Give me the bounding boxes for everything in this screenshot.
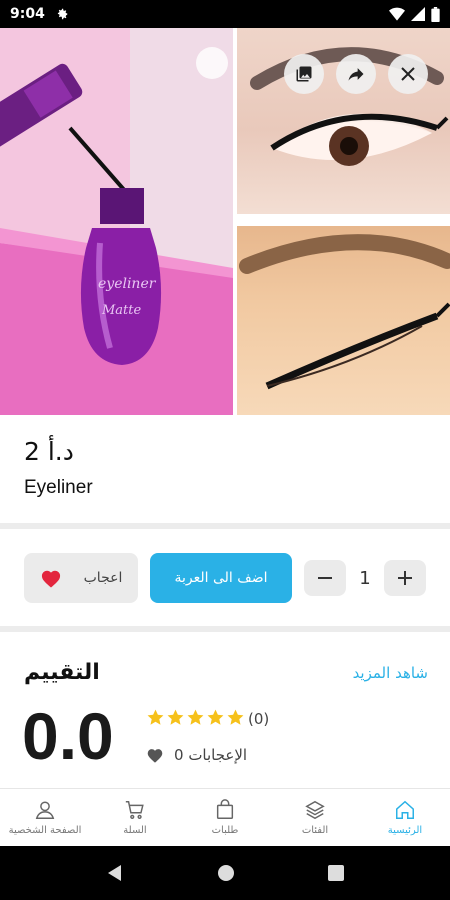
cart-icon xyxy=(125,801,144,819)
home-icon xyxy=(396,800,414,819)
product-name: Eyeliner xyxy=(24,477,93,498)
product-image-eyeliner-wing[interactable] xyxy=(237,226,450,415)
minus-icon xyxy=(318,577,332,579)
nav-item-orders[interactable]: طلبات xyxy=(180,789,270,846)
section-divider xyxy=(0,626,450,632)
eyeliner-bottle-illustration: eyeliner Matte xyxy=(0,28,233,415)
purchase-actions: اعجاب اضف الى العربة 1 xyxy=(0,530,450,626)
rating-score: 0.0 xyxy=(22,699,114,773)
product-info: 2 د.أ Eyeliner xyxy=(0,415,450,523)
status-time: 9:04 xyxy=(10,6,45,22)
likes-row: 0 الإعجابات xyxy=(146,746,247,764)
status-bar: 9:04 xyxy=(0,0,450,28)
section-divider xyxy=(0,523,450,529)
plus-icon xyxy=(398,571,412,585)
wifi-icon xyxy=(389,7,405,21)
close-button[interactable] xyxy=(388,54,428,94)
nav-item-categories[interactable]: الفئات xyxy=(270,789,360,846)
nav-label-categories: الفئات xyxy=(301,825,329,836)
nav-label-profile: الصفحة الشخصية xyxy=(8,825,82,836)
rating-stars xyxy=(146,708,245,727)
share-button[interactable] xyxy=(336,54,376,94)
close-icon xyxy=(401,67,415,81)
home-circle-icon[interactable] xyxy=(217,864,235,882)
star-icon xyxy=(227,709,244,725)
product-gallery[interactable]: eyeliner Matte xyxy=(0,28,450,415)
star-icon xyxy=(207,709,224,725)
heart-icon xyxy=(41,570,60,588)
rating-count: (0) xyxy=(248,710,270,728)
back-icon[interactable] xyxy=(106,864,124,882)
nav-item-profile[interactable]: الصفحة الشخصية xyxy=(0,789,90,846)
battery-icon xyxy=(431,6,440,22)
nav-label-home: الرئيسية xyxy=(387,825,423,836)
add-to-cart-button[interactable]: اضف الى العربة xyxy=(150,553,292,603)
rating-title: التقييم xyxy=(24,660,100,685)
person-icon xyxy=(35,801,55,819)
nav-item-cart[interactable]: السلة xyxy=(90,789,180,846)
svg-text:Matte: Matte xyxy=(101,303,142,318)
likes-count: 0 الإعجابات xyxy=(174,746,248,764)
decrease-quantity-button[interactable] xyxy=(304,560,346,596)
signal-icon xyxy=(411,7,425,21)
see-more-link[interactable]: شاهد المزيد xyxy=(353,664,428,682)
increase-quantity-button[interactable] xyxy=(384,560,426,596)
svg-text:eyeliner: eyeliner xyxy=(98,276,157,292)
like-label: اعجاب xyxy=(83,570,123,586)
layers-icon xyxy=(305,800,325,820)
nav-label-cart: السلة xyxy=(123,825,147,836)
quantity-value: 1 xyxy=(359,567,371,589)
status-icons xyxy=(389,6,440,22)
like-button[interactable]: اعجاب xyxy=(24,553,138,603)
gallery-button[interactable] xyxy=(284,54,324,94)
settings-gear-icon xyxy=(57,8,68,20)
bottom-navigation: الصفحة الشخصية السلة طلبات الفئات الرئيس… xyxy=(0,788,450,846)
nav-item-home[interactable]: الرئيسية xyxy=(360,789,450,846)
share-arrow-icon xyxy=(348,68,364,81)
nav-label-orders: طلبات xyxy=(211,825,239,836)
image-icon xyxy=(296,66,312,82)
star-icon xyxy=(147,709,164,725)
star-icon xyxy=(167,709,184,725)
rating-section: التقييم شاهد المزيد 0.0 (0) 0 الإعجابات xyxy=(0,634,450,790)
heart-outline-icon xyxy=(147,749,163,763)
winged-eye-illustration xyxy=(239,234,450,390)
product-image-bottle[interactable]: eyeliner Matte xyxy=(0,28,233,415)
star-icon xyxy=(187,709,204,725)
product-price: 2 د.أ xyxy=(24,437,74,466)
image-action-buttons xyxy=(284,54,428,94)
shopping-bag-icon xyxy=(216,799,234,819)
system-navigation-bar xyxy=(0,846,450,900)
quantity-stepper: 1 xyxy=(304,560,426,596)
recents-icon[interactable] xyxy=(327,865,344,881)
